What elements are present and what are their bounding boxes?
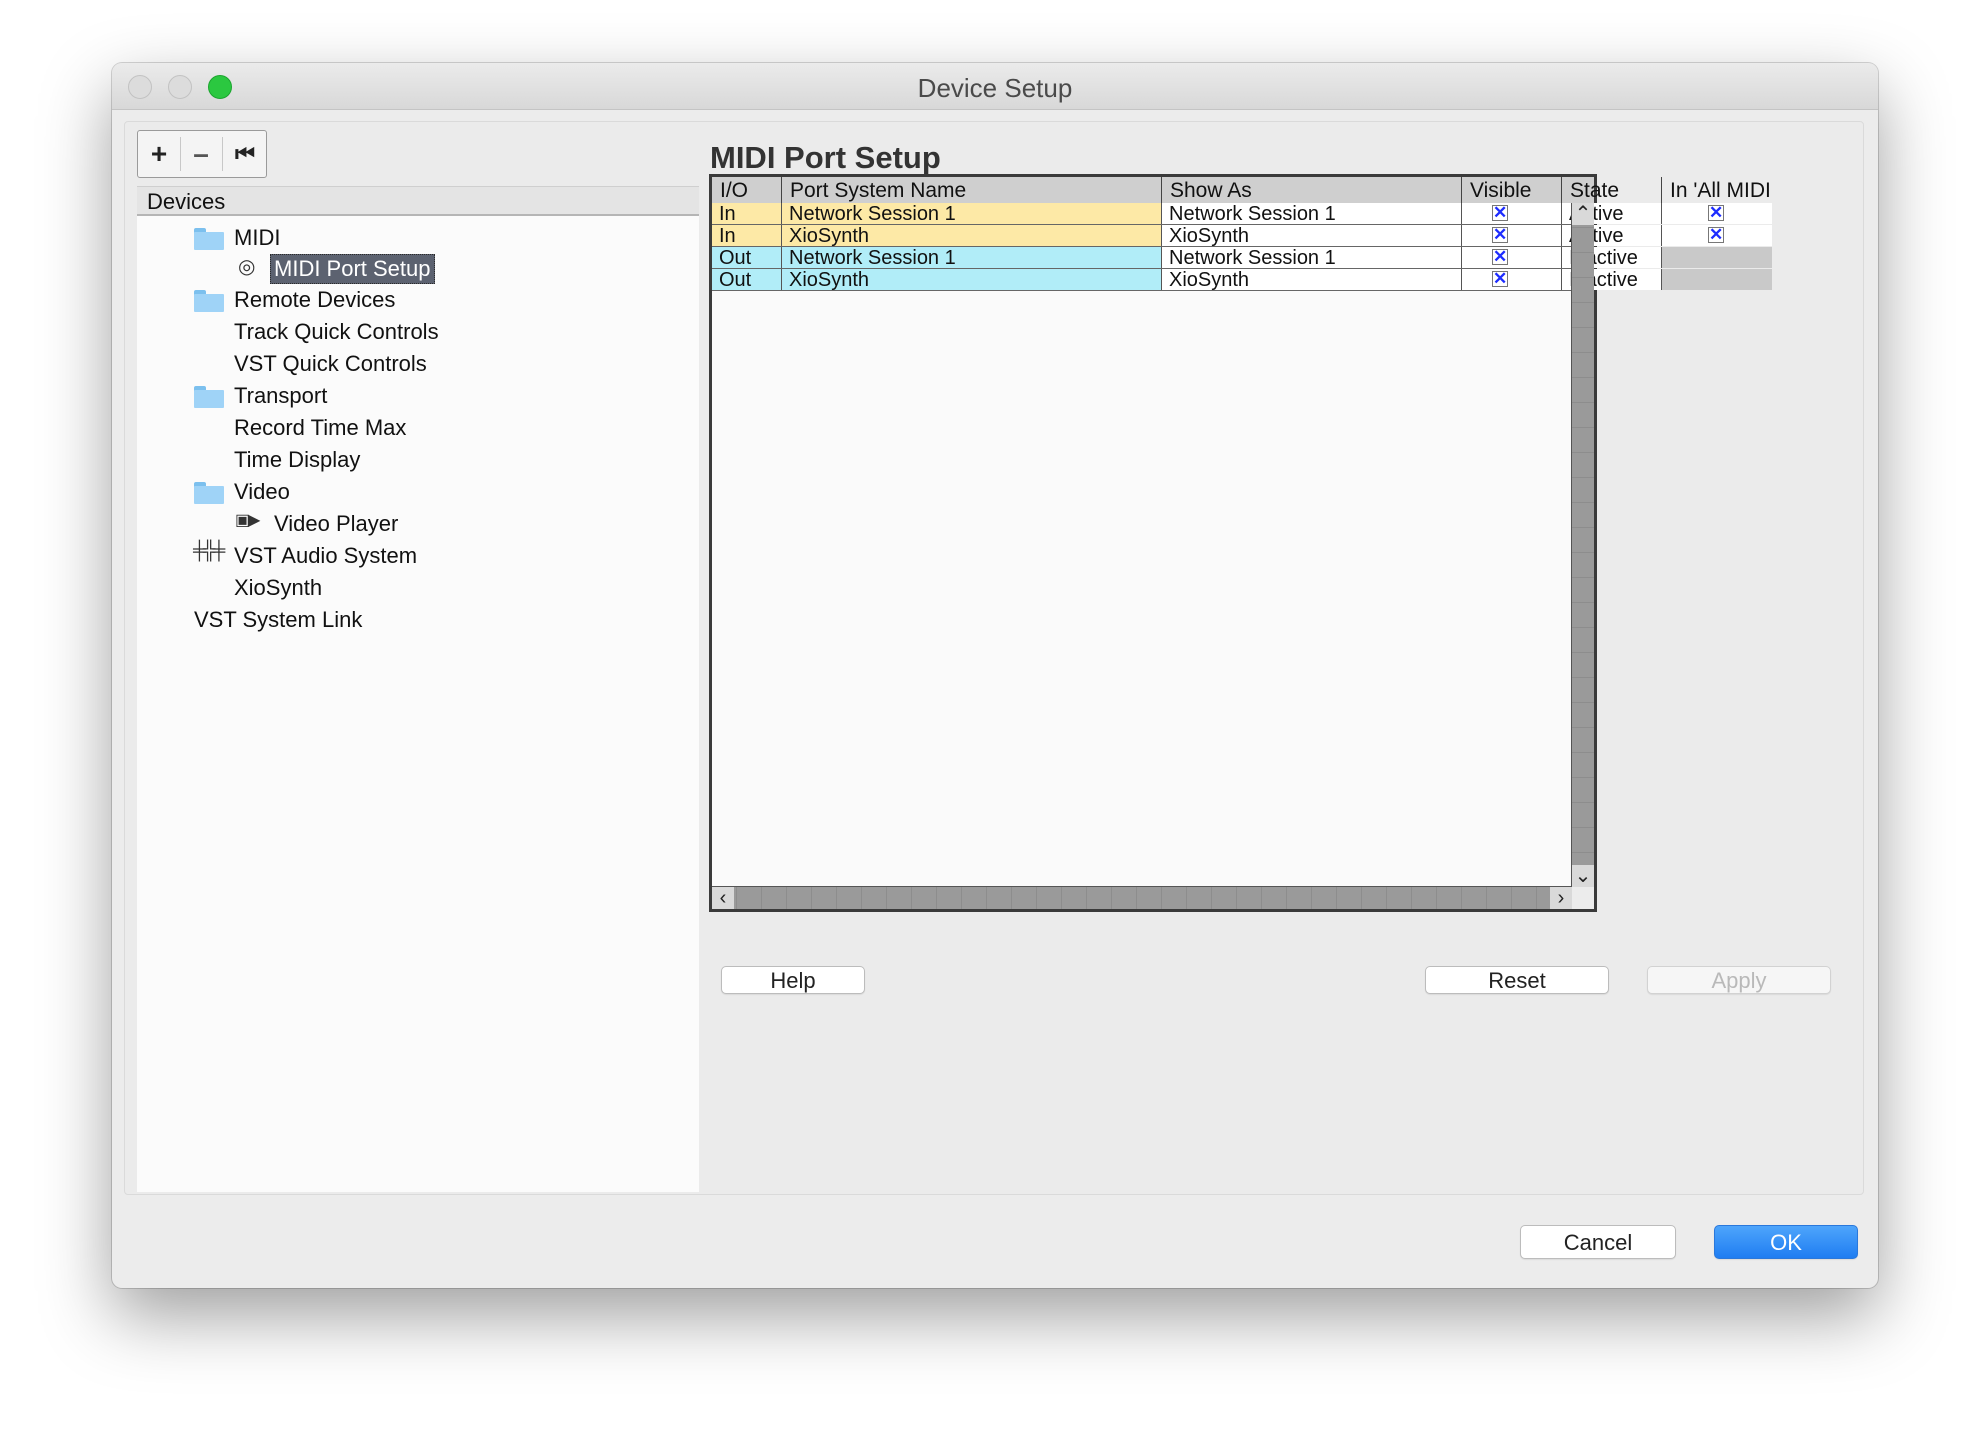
visible-checkbox-cell: ✕ (1462, 269, 1562, 290)
tree-item-video-player[interactable]: Video Player (274, 510, 398, 538)
column-header-all-midi-inputs[interactable]: In 'All MIDI Inputs' (1662, 177, 1772, 203)
column-header-visible[interactable]: Visible (1462, 177, 1562, 203)
io-cell[interactable]: In (712, 203, 782, 224)
visible-checkbox-cell: ✕ (1462, 225, 1562, 246)
tree-item-track-quick-controls[interactable]: Track Quick Controls (234, 318, 439, 346)
reset-device-button[interactable]: ⏮ (224, 131, 266, 177)
tree-item-record-time-max[interactable]: Record Time Max (234, 414, 406, 442)
show-as-cell[interactable]: Network Session 1 (1162, 203, 1462, 224)
folder-icon (194, 386, 224, 408)
all-midi-checkbox-cell: ✕ (1662, 203, 1772, 224)
table-row[interactable]: Out XioSynth XioSynth ✕ Inactive (712, 269, 1772, 291)
tree-item-remote-devices[interactable]: Remote Devices (234, 286, 395, 314)
visible-checkbox-cell: ✕ (1462, 247, 1562, 268)
port-name-cell[interactable]: Network Session 1 (782, 203, 1162, 224)
title-bar: Device Setup (112, 63, 1878, 110)
device-setup-window: Device Setup + – ⏮ Devices MIDI ◎ MIDI P… (112, 63, 1878, 1288)
add-device-button[interactable]: + (138, 131, 180, 177)
scroll-down-icon[interactable]: ⌄ (1572, 865, 1594, 887)
midi-port-icon: ◎ (238, 256, 256, 278)
device-toolbar: + – ⏮ (137, 130, 267, 178)
show-as-cell[interactable]: XioSynth (1162, 269, 1462, 290)
tree-item-video[interactable]: Video (234, 478, 290, 506)
reset-button[interactable]: Reset (1425, 966, 1609, 994)
show-as-cell[interactable]: XioSynth (1162, 225, 1462, 246)
devices-panel: Devices MIDI ◎ MIDI Port Setup Remote De… (137, 186, 699, 1192)
io-cell[interactable]: In (712, 225, 782, 246)
tree-item-midi-port-setup[interactable]: MIDI Port Setup (270, 254, 435, 284)
table-row[interactable]: In Network Session 1 Network Session 1 ✕ Act… (712, 203, 1772, 225)
scrollbar-corner (1572, 887, 1594, 909)
folder-icon (194, 482, 224, 504)
visible-checkbox-cell: ✕ (1462, 203, 1562, 224)
all-midi-checkbox[interactable]: ✕ (1708, 204, 1724, 221)
visible-checkbox[interactable]: ✕ (1492, 270, 1508, 287)
all-midi-checkbox-cell (1662, 247, 1772, 268)
folder-icon (194, 228, 224, 250)
all-midi-checkbox-cell: ✕ (1662, 225, 1772, 246)
io-cell[interactable]: Out (712, 247, 782, 268)
tree-item-time-display[interactable]: Time Display (234, 446, 360, 474)
column-header-io[interactable]: I/O (712, 177, 782, 203)
panel-title: MIDI Port Setup (710, 140, 941, 175)
tree-item-vst-audio-system[interactable]: VST Audio System (234, 542, 417, 570)
folder-icon (194, 290, 224, 312)
port-name-cell[interactable]: XioSynth (782, 269, 1162, 290)
help-button[interactable]: Help (721, 966, 865, 994)
scroll-right-icon[interactable]: › (1550, 887, 1572, 909)
toolbar-divider (222, 137, 223, 171)
midi-port-table: I/O Port System Name Show As Visible Sta… (709, 174, 1772, 912)
apply-button[interactable]: Apply (1647, 966, 1831, 994)
visible-checkbox[interactable]: ✕ (1492, 204, 1508, 221)
io-cell[interactable]: Out (712, 269, 782, 290)
cancel-button[interactable]: Cancel (1520, 1225, 1676, 1259)
port-name-cell[interactable]: XioSynth (782, 225, 1162, 246)
scroll-left-icon[interactable]: ‹ (712, 887, 734, 909)
window-title: Device Setup (917, 73, 1073, 103)
audio-system-icon: ╪╬╪ (193, 540, 225, 560)
video-icon: ▣▶ (235, 512, 260, 529)
vertical-scrollbar[interactable]: ⌃ ⌄ (1571, 203, 1594, 887)
visible-checkbox[interactable]: ✕ (1492, 248, 1508, 265)
devices-header: Devices (137, 186, 699, 216)
tree-item-transport[interactable]: Transport (234, 382, 327, 410)
content-area: + – ⏮ Devices MIDI ◎ MIDI Port Setup Rem… (124, 121, 1864, 1195)
tree-item-xiosynth[interactable]: XioSynth (234, 574, 322, 602)
port-name-cell[interactable]: Network Session 1 (782, 247, 1162, 268)
horizontal-scrollbar[interactable]: ‹ › (712, 886, 1572, 909)
tree-item-vst-system-link[interactable]: VST System Link (194, 606, 362, 634)
ok-button[interactable]: OK (1714, 1225, 1858, 1259)
column-header-state[interactable]: State (1562, 177, 1662, 203)
all-midi-checkbox-cell (1662, 269, 1772, 290)
show-as-cell[interactable]: Network Session 1 (1162, 247, 1462, 268)
all-midi-checkbox[interactable]: ✕ (1708, 226, 1724, 243)
column-header-port-system-name[interactable]: Port System Name (782, 177, 1162, 203)
table-header: I/O Port System Name Show As Visible Sta… (712, 177, 1772, 204)
tree-item-midi[interactable]: MIDI (234, 224, 280, 252)
remove-device-button[interactable]: – (180, 131, 222, 177)
table-row[interactable]: Out Network Session 1 Network Session 1 ✕ In… (712, 247, 1772, 269)
scroll-up-icon[interactable]: ⌃ (1572, 203, 1594, 225)
column-header-show-as[interactable]: Show As (1162, 177, 1462, 203)
table-row[interactable]: In XioSynth XioSynth ✕ Active ✕ (712, 225, 1772, 247)
tree-item-vst-quick-controls[interactable]: VST Quick Controls (234, 350, 427, 378)
visible-checkbox[interactable]: ✕ (1492, 226, 1508, 243)
